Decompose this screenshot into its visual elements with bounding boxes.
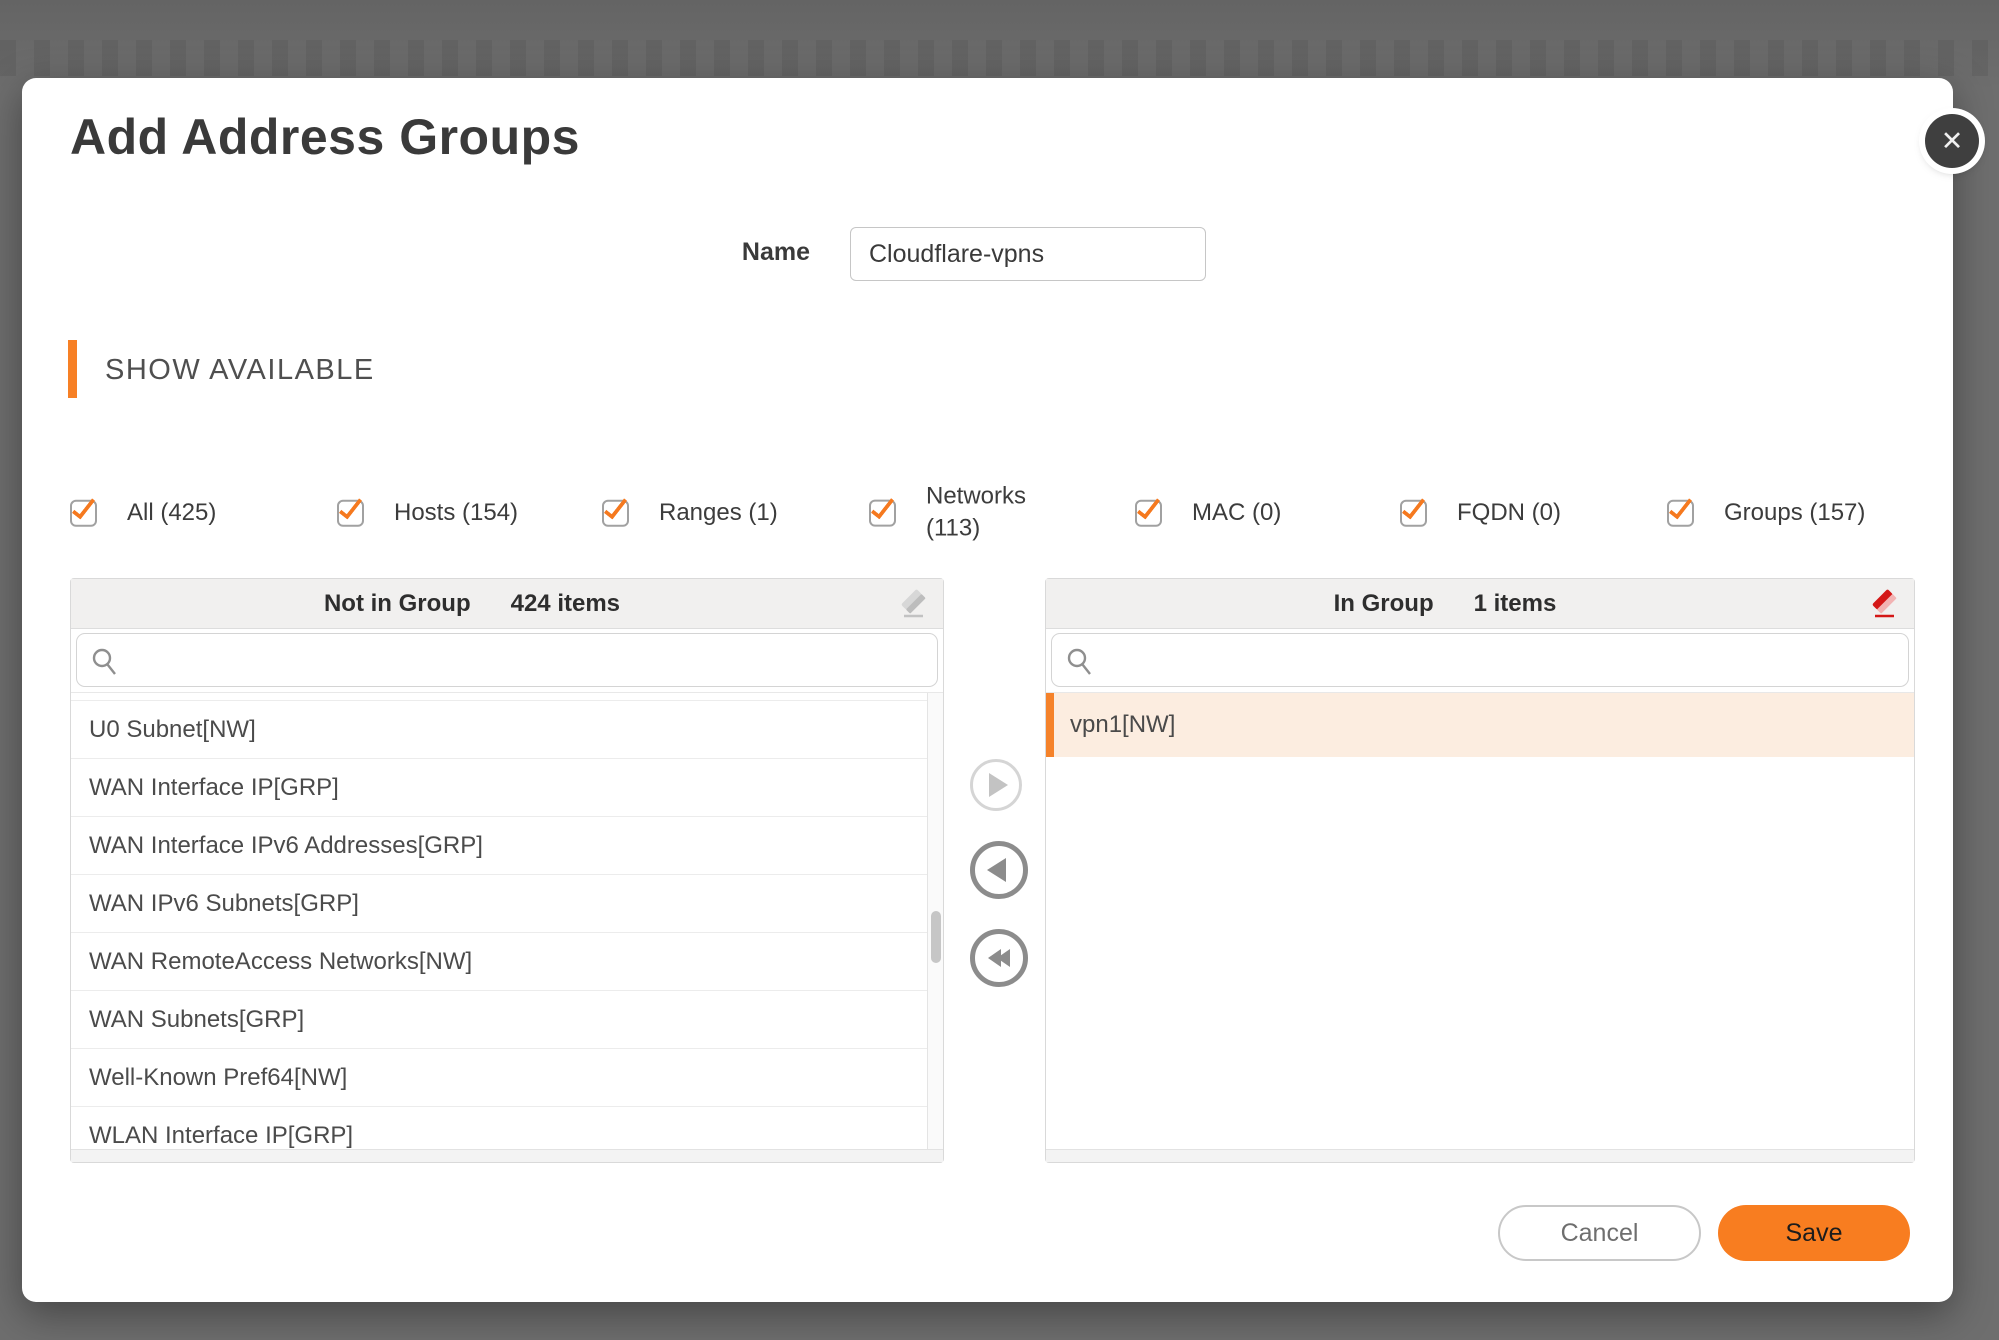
- list-item[interactable]: WAN Interface IPv6 Addresses[GRP]: [71, 817, 943, 875]
- left-search-area: [71, 629, 943, 693]
- name-field[interactable]: [850, 227, 1206, 281]
- left-search-box[interactable]: [76, 633, 938, 687]
- check-icon: [72, 494, 95, 520]
- name-label: Name: [580, 238, 810, 267]
- close-button[interactable]: ✕: [1925, 114, 1979, 168]
- checkbox-checked-icon[interactable]: [869, 500, 896, 527]
- list-item[interactable]: WAN RemoteAccess Networks[NW]: [71, 933, 943, 991]
- in-group-panel: In Group 1 items: [1045, 578, 1915, 1163]
- clear-left-button[interactable]: [895, 587, 931, 623]
- filter-ranges[interactable]: Ranges (1): [602, 497, 778, 529]
- right-search-box[interactable]: [1051, 633, 1909, 687]
- list-item[interactable]: U0 Subnet[NW]: [71, 701, 943, 759]
- show-available-label: SHOW AVAILABLE: [105, 354, 375, 387]
- vertical-scrollbar[interactable]: [927, 693, 943, 1151]
- eraser-icon: [1867, 587, 1901, 621]
- double-arrow-left-icon: [997, 949, 1010, 967]
- panel-count: 1 items: [1474, 590, 1557, 618]
- not-in-group-list: U0 Subnet[NW] WAN Interface IP[GRP] WAN …: [71, 693, 943, 1149]
- filter-hosts[interactable]: Hosts (154): [337, 497, 518, 529]
- panel-count: 424 items: [511, 590, 620, 618]
- page-title: Add Address Groups: [70, 108, 580, 166]
- search-icon: [1066, 647, 1094, 677]
- move-left-button[interactable]: [970, 841, 1028, 899]
- save-button[interactable]: Save: [1718, 1205, 1910, 1261]
- background-overlay-pattern: [0, 40, 1999, 76]
- checkbox-checked-icon[interactable]: [1667, 499, 1694, 526]
- check-icon: [339, 494, 362, 520]
- add-address-groups-dialog: Add Address Groups ✕ Name SHOW AVAILABLE…: [22, 78, 1953, 1302]
- list-item[interactable]: Well-Known Pref64[NW]: [71, 1049, 943, 1107]
- list-item[interactable]: WAN IPv6 Subnets[GRP]: [71, 875, 943, 933]
- move-right-button[interactable]: [970, 759, 1022, 811]
- in-group-header: In Group 1 items: [1046, 579, 1914, 629]
- check-icon: [871, 494, 894, 520]
- cancel-button[interactable]: Cancel: [1498, 1205, 1701, 1261]
- move-all-left-button[interactable]: [970, 929, 1028, 987]
- check-icon: [1669, 494, 1692, 520]
- eraser-icon: [896, 587, 930, 621]
- filter-label: Ranges (1): [659, 497, 778, 529]
- scrollbar-thumb[interactable]: [931, 911, 941, 963]
- close-icon: ✕: [1941, 128, 1964, 155]
- filter-networks[interactable]: Networks (113): [869, 481, 1048, 546]
- right-search-area: [1046, 629, 1914, 693]
- selected-accent-bar: [1046, 693, 1054, 757]
- filter-label: Groups (157): [1724, 497, 1865, 529]
- filter-fqdn[interactable]: FQDN (0): [1400, 497, 1561, 529]
- horizontal-scrollbar[interactable]: [71, 1149, 943, 1162]
- filter-label: Hosts (154): [394, 497, 518, 529]
- not-in-group-panel: Not in Group 424 items: [70, 578, 944, 1163]
- arrow-right-icon: [989, 773, 1008, 797]
- not-in-group-header: Not in Group 424 items: [71, 579, 943, 629]
- check-icon: [1402, 494, 1425, 520]
- checkbox-checked-icon[interactable]: [602, 499, 629, 526]
- in-group-selected-item[interactable]: vpn1[NW]: [1046, 693, 1914, 757]
- filter-label: FQDN (0): [1457, 497, 1561, 529]
- check-icon: [604, 494, 627, 520]
- list-item: vpn1[NW]: [1046, 711, 1175, 739]
- filter-groups[interactable]: Groups (157): [1667, 497, 1865, 529]
- check-icon: [1137, 494, 1160, 520]
- section-accent-bar: [68, 340, 77, 398]
- list-item[interactable]: WLAN Interface IP[GRP]: [71, 1107, 943, 1149]
- list-spacer: [71, 693, 943, 701]
- filter-label: All (425): [127, 497, 216, 529]
- checkbox-checked-icon[interactable]: [337, 499, 364, 526]
- horizontal-scrollbar[interactable]: [1046, 1149, 1914, 1162]
- checkbox-checked-icon[interactable]: [70, 499, 97, 526]
- list-item[interactable]: WAN Interface IP[GRP]: [71, 759, 943, 817]
- panel-title: In Group: [1334, 590, 1434, 618]
- checkbox-checked-icon[interactable]: [1135, 499, 1162, 526]
- filter-all[interactable]: All (425): [70, 497, 216, 529]
- filter-label: Networks (113): [926, 481, 1048, 546]
- list-item[interactable]: WAN Subnets[GRP]: [71, 991, 943, 1049]
- panel-title: Not in Group: [324, 590, 471, 618]
- left-search-input[interactable]: [129, 636, 927, 684]
- checkbox-checked-icon[interactable]: [1400, 499, 1427, 526]
- clear-right-button[interactable]: [1866, 587, 1902, 623]
- filter-mac[interactable]: MAC (0): [1135, 497, 1281, 529]
- search-icon: [91, 647, 119, 677]
- arrow-left-icon: [987, 858, 1006, 882]
- filter-label: MAC (0): [1192, 497, 1281, 529]
- right-search-input[interactable]: [1104, 636, 1898, 684]
